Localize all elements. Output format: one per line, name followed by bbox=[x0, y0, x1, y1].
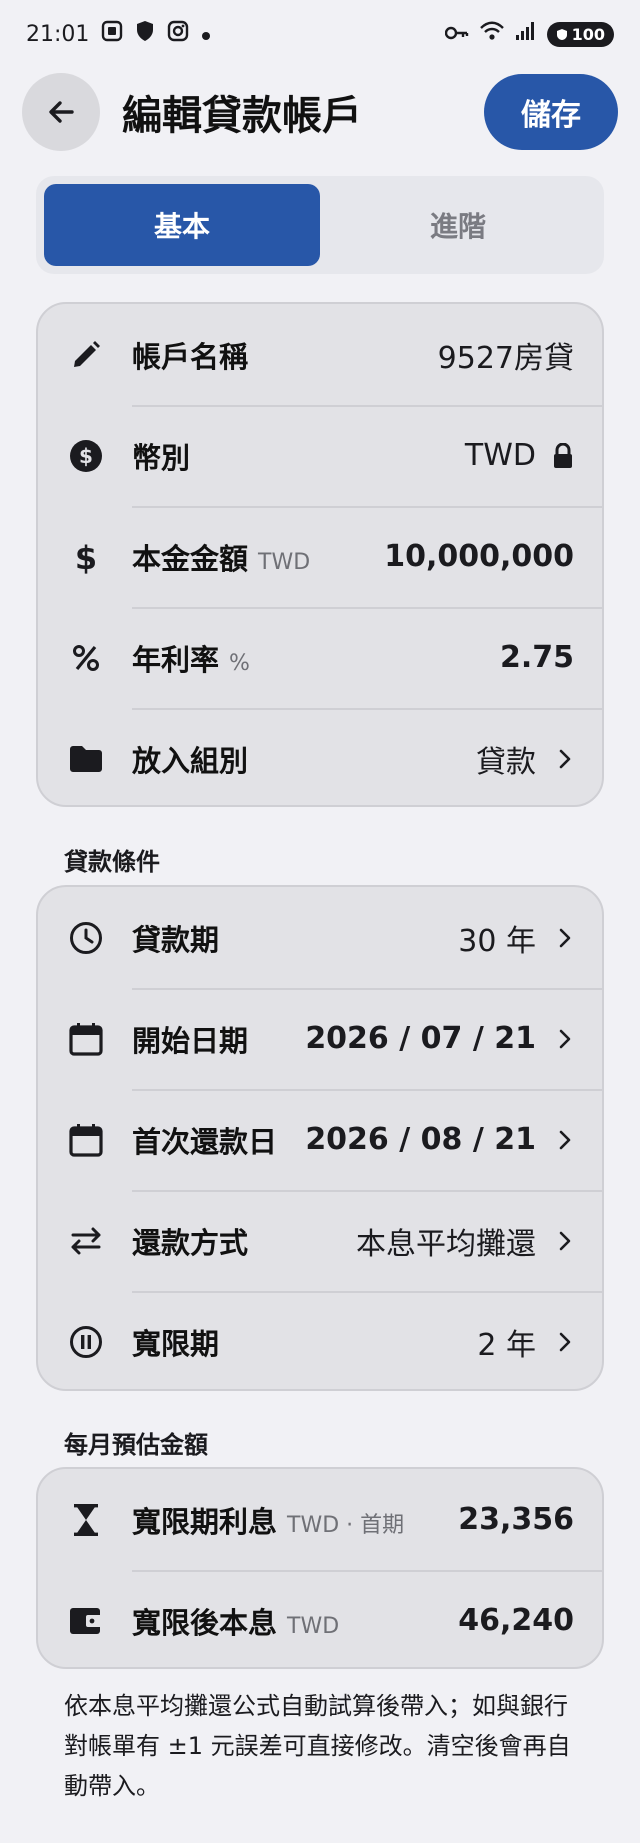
start-date-label: 開始日期 bbox=[132, 1023, 249, 1058]
after-grace-label: 寬限後本息 bbox=[132, 1605, 278, 1640]
folder-icon bbox=[66, 739, 106, 779]
principal-label: 本金金額 bbox=[132, 541, 249, 576]
account-name-label: 帳戶名稱 bbox=[132, 339, 249, 374]
chevron-right-icon bbox=[558, 1128, 574, 1152]
grace-interest-row[interactable]: 寬限期利息 TWD · 首期 23,356 bbox=[38, 1469, 602, 1570]
dollar-circle-icon: $ bbox=[66, 436, 106, 476]
tab-basic[interactable]: 基本 bbox=[44, 184, 320, 266]
status-time: 21:01 bbox=[26, 21, 90, 47]
account-name-row[interactable]: 帳戶名稱 9527房貸 bbox=[38, 304, 602, 405]
page-title: 編輯貸款帳戶 bbox=[122, 93, 362, 139]
hourglass-icon bbox=[66, 1500, 106, 1540]
start-date-value: 2026 / 07 / 21 bbox=[305, 1021, 536, 1056]
currency-row: $ 幣別 TWD bbox=[38, 405, 602, 506]
tab-switcher: 基本 進階 bbox=[36, 176, 604, 274]
wallet-icon bbox=[66, 1601, 106, 1641]
account-name-value: 9527房貸 bbox=[437, 340, 574, 376]
chevron-right-icon bbox=[558, 1027, 574, 1051]
signal-icon bbox=[515, 21, 537, 47]
basic-info-card: 帳戶名稱 9527房貸 $ 幣別 TWD $ 本金金額 TWD 10,000,0… bbox=[36, 302, 604, 807]
group-value: 貸款 bbox=[476, 744, 536, 780]
loan-term-row[interactable]: 貸款期 30 年 bbox=[38, 887, 602, 988]
group-label: 放入組別 bbox=[132, 743, 249, 778]
currency-label: 幣別 bbox=[132, 440, 191, 475]
grace-period-row[interactable]: 寬限期 2 年 bbox=[38, 1291, 602, 1389]
pause-circle-icon bbox=[66, 1322, 106, 1362]
lock-icon bbox=[552, 442, 574, 469]
loan-term-label: 貸款期 bbox=[132, 922, 220, 957]
after-grace-row[interactable]: 寬限後本息 TWD 46,240 bbox=[38, 1570, 602, 1667]
chevron-right-icon bbox=[558, 1229, 574, 1253]
repayment-method-row[interactable]: 還款方式 本息平均攤還 bbox=[38, 1190, 602, 1291]
app-header: 編輯貸款帳戶 儲存 bbox=[22, 72, 618, 152]
dollar-icon: $ bbox=[66, 537, 106, 577]
svg-text:$: $ bbox=[75, 539, 97, 575]
grace-interest-unit: TWD · 首期 bbox=[287, 1512, 405, 1538]
notification-dot-icon bbox=[201, 22, 211, 47]
first-payment-label: 首次還款日 bbox=[132, 1124, 278, 1159]
tab-advanced[interactable]: 進階 bbox=[320, 184, 596, 266]
chevron-right-icon bbox=[558, 926, 574, 950]
swap-arrows-icon bbox=[66, 1221, 106, 1261]
loan-term-value: 30 年 bbox=[458, 923, 536, 959]
battery-level: 100 bbox=[571, 24, 605, 44]
footnote-text: 依本息平均攤還公式自動試算後帶入；如與銀行對帳單有 ±1 元誤差可直接修改。清空… bbox=[64, 1692, 571, 1800]
repayment-method-value: 本息平均攤還 bbox=[356, 1226, 536, 1262]
rate-unit: % bbox=[229, 650, 250, 676]
battery-indicator: 100 bbox=[546, 21, 614, 47]
currency-value: TWD bbox=[464, 438, 536, 473]
svg-text:$: $ bbox=[79, 444, 93, 468]
pencil-icon bbox=[66, 335, 106, 375]
grace-interest-value: 23,356 bbox=[458, 1502, 574, 1537]
grace-period-label: 寬限期 bbox=[132, 1326, 220, 1361]
group-row[interactable]: 放入組別 貸款 bbox=[38, 708, 602, 805]
chevron-right-icon bbox=[558, 1330, 574, 1354]
principal-value: 10,000,000 bbox=[384, 539, 574, 574]
section-title-monthly: 每月預估金額 bbox=[64, 1431, 208, 1459]
status-bar: 21:01 100 bbox=[0, 0, 640, 68]
repayment-method-label: 還款方式 bbox=[132, 1225, 249, 1260]
wifi-icon bbox=[479, 20, 505, 48]
grace-period-value: 2 年 bbox=[477, 1327, 536, 1363]
key-icon bbox=[444, 22, 469, 47]
section-title-loan-terms: 貸款條件 bbox=[64, 848, 160, 876]
start-date-row[interactable]: 開始日期 2026 / 07 / 21 bbox=[38, 988, 602, 1089]
after-grace-unit: TWD bbox=[287, 1613, 340, 1639]
monthly-estimate-card: 寬限期利息 TWD · 首期 23,356 寬限後本息 TWD 46,240 bbox=[36, 1467, 604, 1669]
clock-icon bbox=[66, 918, 106, 958]
arrow-left-icon bbox=[49, 101, 74, 123]
save-button[interactable]: 儲存 bbox=[484, 74, 618, 150]
percent-icon bbox=[66, 638, 106, 678]
shield-status-icon bbox=[135, 20, 155, 48]
rate-value: 2.75 bbox=[499, 640, 574, 675]
instagram-icon bbox=[167, 20, 189, 48]
calendar-icon bbox=[66, 1120, 106, 1160]
after-grace-value: 46,240 bbox=[458, 1603, 574, 1638]
rate-row[interactable]: 年利率 % 2.75 bbox=[38, 607, 602, 708]
first-payment-row[interactable]: 首次還款日 2026 / 08 / 21 bbox=[38, 1089, 602, 1190]
rate-label: 年利率 bbox=[132, 642, 220, 677]
chevron-right-icon bbox=[558, 747, 574, 771]
back-button[interactable] bbox=[22, 73, 100, 151]
grace-interest-label: 寬限期利息 bbox=[132, 1504, 278, 1539]
calendar-icon bbox=[66, 1019, 106, 1059]
first-payment-value: 2026 / 08 / 21 bbox=[305, 1122, 536, 1157]
loan-terms-card: 貸款期 30 年 開始日期 2026 / 07 / 21 首次還款日 2026 … bbox=[36, 885, 604, 1391]
principal-row[interactable]: $ 本金金額 TWD 10,000,000 bbox=[38, 506, 602, 607]
screenshot-icon bbox=[101, 20, 123, 48]
principal-unit: TWD bbox=[258, 549, 311, 575]
